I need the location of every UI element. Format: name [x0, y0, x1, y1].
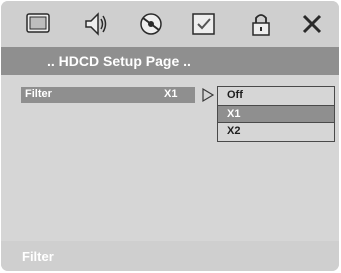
- title-bar: .. HDCD Setup Page ..: [1, 47, 339, 75]
- chevron-right-icon: [202, 87, 215, 103]
- option-x2[interactable]: X2: [218, 123, 334, 141]
- filter-options-list[interactable]: Off X1 X2: [217, 86, 335, 142]
- option-off[interactable]: Off: [218, 87, 334, 105]
- option-label: X1: [227, 108, 241, 120]
- setting-row-filter[interactable]: Filter X1: [21, 87, 195, 103]
- page-title: .. HDCD Setup Page ..: [47, 53, 191, 69]
- setting-label: Filter: [25, 88, 52, 100]
- option-label: X2: [227, 125, 241, 137]
- close-icon[interactable]: [297, 10, 327, 38]
- lock-icon[interactable]: [246, 10, 276, 38]
- speaker-icon[interactable]: [81, 10, 111, 38]
- setup-panel: .. HDCD Setup Page .. Filter X1 Off X1 X…: [1, 1, 339, 271]
- tv-icon[interactable]: [23, 10, 53, 38]
- setting-value: X1: [164, 88, 178, 100]
- status-text: Filter: [22, 249, 54, 264]
- checkbox-icon[interactable]: [189, 10, 219, 38]
- disc-icon[interactable]: [136, 10, 166, 38]
- content-area: Filter X1 Off X1 X2: [1, 75, 339, 241]
- status-bar: Filter: [1, 241, 339, 271]
- toolbar: [1, 1, 339, 47]
- option-label: Off: [227, 89, 243, 101]
- option-x1[interactable]: X1: [218, 105, 334, 123]
